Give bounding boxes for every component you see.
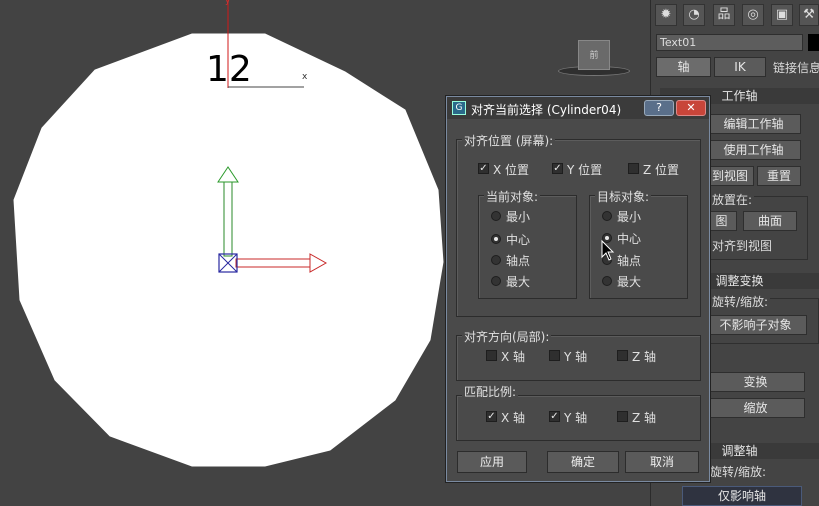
text-object-12[interactable]: 12: [206, 52, 252, 88]
viewcube[interactable]: 前: [578, 40, 610, 70]
current-pivot-radio[interactable]: [491, 255, 501, 265]
x-position-checkbox[interactable]: ✓: [478, 163, 489, 174]
align-orientation-label: 对齐方向(局部):: [462, 328, 552, 345]
scale-y-checkbox[interactable]: ✓: [549, 411, 560, 422]
current-min-label[interactable]: 最小: [506, 208, 530, 225]
tab-pivot[interactable]: 轴: [656, 57, 711, 77]
view-button[interactable]: 图: [706, 211, 737, 231]
current-min-radio[interactable]: [491, 211, 501, 221]
surface-button[interactable]: 曲面: [743, 211, 797, 231]
x-position-label[interactable]: X 位置: [493, 161, 529, 178]
reset-button[interactable]: 重置: [757, 166, 801, 186]
align-position-label: 对齐位置 (屏幕):: [462, 132, 556, 149]
orient-x-checkbox[interactable]: [486, 350, 497, 361]
scale-z-checkbox[interactable]: [617, 411, 628, 422]
app-icon: G: [452, 101, 466, 115]
target-object-label: 目标对象:: [595, 188, 652, 205]
utilities-icon[interactable]: ⚒: [799, 4, 819, 26]
local-y-axis-label: y: [225, 0, 231, 6]
current-object-label: 当前对象:: [484, 188, 541, 205]
orient-y-label[interactable]: Y 轴: [564, 348, 587, 365]
object-name-field[interactable]: Text01: [656, 34, 803, 51]
target-max-radio[interactable]: [602, 276, 612, 286]
close-button[interactable]: ✕: [676, 100, 706, 116]
move-rotate-scale-label: 旋转/缩放:: [710, 293, 771, 310]
dont-affect-children-button[interactable]: 不影响子对象: [704, 315, 807, 335]
current-max-radio[interactable]: [491, 276, 501, 286]
local-x-axis-label: x: [302, 72, 308, 82]
align-to-view-button[interactable]: 到视图: [706, 166, 754, 186]
cancel-button[interactable]: 取消: [625, 451, 699, 473]
scale-x-label[interactable]: X 轴: [501, 409, 525, 426]
cylinder-top-face: [13, 33, 444, 467]
mouse-cursor-icon: [601, 240, 615, 261]
scale-z-label[interactable]: Z 轴: [632, 409, 656, 426]
motion-icon[interactable]: ◎: [742, 4, 764, 26]
dialog-title: 对齐当前选择 (Cylinder04): [471, 103, 622, 117]
align-to-view-label[interactable]: 对齐到视图: [712, 237, 772, 254]
target-min-radio[interactable]: [602, 211, 612, 221]
move-rotate-scale-label-2: 旋转/缩放:: [710, 465, 767, 479]
tab-link-info[interactable]: 链接信息: [773, 59, 819, 76]
orient-z-checkbox[interactable]: [617, 350, 628, 361]
apply-button[interactable]: 应用: [457, 451, 527, 473]
target-min-label[interactable]: 最小: [617, 208, 641, 225]
place-pivot-label: 放置在:: [710, 191, 755, 208]
target-pivot-label[interactable]: 轴点: [617, 252, 641, 269]
z-position-checkbox[interactable]: [628, 163, 639, 174]
ok-button[interactable]: 确定: [547, 451, 619, 473]
tab-ik[interactable]: IK: [714, 57, 766, 77]
align-selection-dialog: G 对齐当前选择 (Cylinder04) ? ✕ 对齐位置 (屏幕): ✓ X…: [446, 96, 710, 482]
current-center-radio[interactable]: [491, 234, 501, 244]
target-center-label[interactable]: 中心: [617, 230, 641, 247]
current-pivot-label[interactable]: 轴点: [506, 252, 530, 269]
scale-x-checkbox[interactable]: ✓: [486, 411, 497, 422]
affect-pivot-only-button[interactable]: 仅影响轴: [682, 486, 802, 506]
orient-x-label[interactable]: X 轴: [501, 348, 525, 365]
orient-z-label[interactable]: Z 轴: [632, 348, 656, 365]
create-icon[interactable]: ✹: [655, 4, 677, 26]
help-button[interactable]: ?: [644, 100, 674, 116]
current-max-label[interactable]: 最大: [506, 273, 530, 290]
hierarchy-icon[interactable]: 品: [713, 4, 735, 26]
orient-y-checkbox[interactable]: [549, 350, 560, 361]
y-position-checkbox[interactable]: ✓: [552, 163, 563, 174]
edit-working-pivot-button[interactable]: 编辑工作轴: [706, 114, 801, 134]
current-center-label[interactable]: 中心: [506, 231, 530, 248]
match-scale-label: 匹配比例:: [462, 383, 519, 400]
y-position-label[interactable]: Y 位置: [567, 161, 602, 178]
target-max-label[interactable]: 最大: [617, 273, 641, 290]
z-position-label[interactable]: Z 位置: [643, 161, 679, 178]
object-color-swatch[interactable]: [808, 34, 819, 51]
transform-button[interactable]: 变换: [706, 372, 805, 392]
scale-button[interactable]: 缩放: [706, 398, 805, 418]
modify-icon[interactable]: ◔: [683, 4, 705, 26]
scale-y-label[interactable]: Y 轴: [564, 409, 587, 426]
display-icon[interactable]: ▣: [771, 4, 793, 26]
use-working-pivot-button[interactable]: 使用工作轴: [706, 140, 801, 160]
